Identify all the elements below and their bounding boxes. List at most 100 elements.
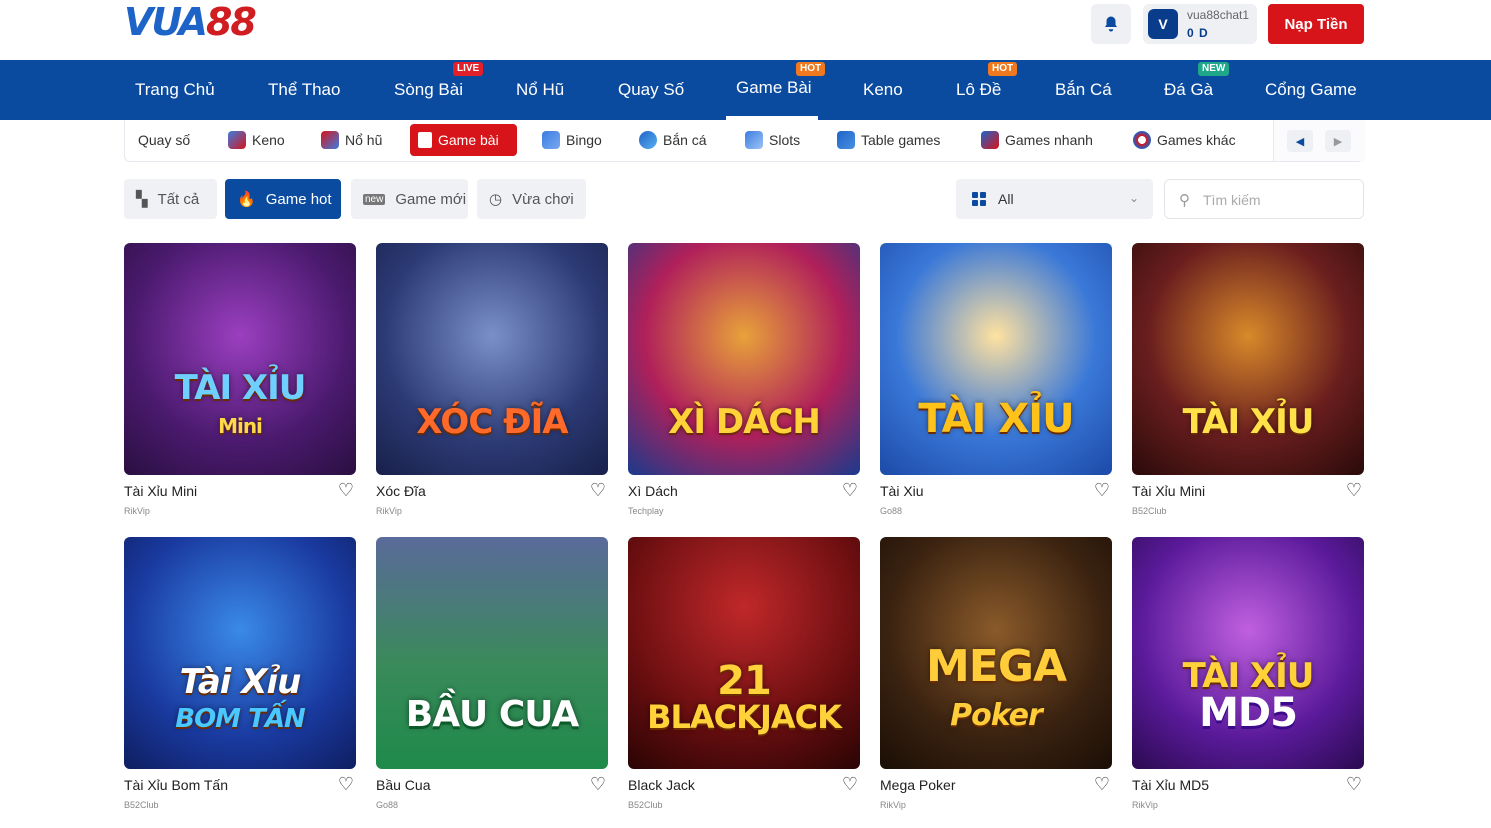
- nav-item-da-ga[interactable]: Đá Gà NEW: [1164, 60, 1230, 120]
- keno-icon: [228, 131, 246, 149]
- balance: 0 D: [1187, 26, 1209, 40]
- subnav-item-slots[interactable]: Slots: [737, 124, 808, 156]
- hot-badge: HOT: [796, 62, 826, 76]
- scroll-left-button[interactable]: ◀: [1287, 130, 1313, 152]
- nav-item-quay-so[interactable]: Quay Số: [618, 60, 684, 120]
- filter-label: Tất cả: [157, 190, 200, 208]
- notification-bell-button[interactable]: [1091, 4, 1131, 44]
- slot-machine-icon: [745, 131, 763, 149]
- favorite-heart-icon[interactable]: ♡: [1092, 480, 1112, 500]
- subnav-item-ban-ca[interactable]: Bắn cá: [631, 124, 715, 156]
- avatar: V: [1148, 9, 1178, 39]
- search-box: ⚲: [1164, 179, 1364, 219]
- game-provider: Techplay: [628, 506, 664, 516]
- favorite-heart-icon[interactable]: ♡: [336, 480, 356, 500]
- game-provider: RikVip: [124, 506, 150, 516]
- subnav-label: Quay số: [138, 132, 191, 148]
- game-provider: RikVip: [1132, 800, 1158, 810]
- favorite-heart-icon[interactable]: ♡: [1344, 480, 1364, 500]
- subnav-label: Keno: [252, 132, 285, 148]
- favorite-heart-icon[interactable]: ♡: [840, 480, 860, 500]
- game-provider: B52Club: [628, 800, 663, 810]
- favorite-heart-icon[interactable]: ♡: [840, 774, 860, 794]
- game-provider: B52Club: [1132, 506, 1167, 516]
- scroll-right-button[interactable]: ▶: [1325, 130, 1351, 152]
- subnav-label: Game bài: [438, 132, 499, 148]
- favorite-heart-icon[interactable]: ♡: [1092, 774, 1112, 794]
- subnav-item-bingo[interactable]: Bingo: [534, 124, 610, 156]
- favorite-heart-icon[interactable]: ♡: [588, 480, 608, 500]
- game-name: Tài Xỉu MD5: [1132, 777, 1210, 793]
- subnav-label: Slots: [769, 132, 801, 148]
- nav-item-no-hu[interactable]: Nổ Hũ: [516, 60, 564, 120]
- nav-item-ban-ca[interactable]: Bắn Cá: [1055, 60, 1112, 120]
- nav-item-game-bai[interactable]: Game Bài HOT: [726, 60, 826, 120]
- bell-icon: [1105, 16, 1117, 32]
- subnav-item-keno[interactable]: Keno: [220, 124, 293, 156]
- subnav-item-games-khac[interactable]: Games khác: [1125, 124, 1244, 156]
- live-badge: LIVE: [453, 62, 484, 76]
- game-thumbnail[interactable]: BẦU CUA: [376, 537, 608, 769]
- subnav-item-game-bai[interactable]: Game bài: [410, 124, 517, 156]
- filter-vua-choi[interactable]: ◷ Vừa chơi: [477, 179, 586, 219]
- jackpot-icon: [321, 131, 339, 149]
- category-select-value: All: [998, 191, 1014, 207]
- search-input[interactable]: [1203, 188, 1353, 212]
- nav-label: Game Bài: [736, 78, 812, 97]
- nav-item-the-thao[interactable]: Thể Thao: [268, 60, 340, 120]
- subnav-item-games-nhanh[interactable]: Games nhanh: [973, 124, 1101, 156]
- game-name: Xóc Đĩa: [376, 483, 426, 499]
- filter-label: Vừa chơi: [512, 190, 574, 208]
- nav-label: Quay Số: [618, 80, 685, 99]
- subnav-label: Games khác: [1157, 132, 1236, 148]
- favorite-heart-icon[interactable]: ♡: [588, 774, 608, 794]
- favorite-heart-icon[interactable]: ♡: [336, 774, 356, 794]
- game-art-title: MEGA Poker: [925, 641, 1067, 733]
- game-thumbnail[interactable]: TÀI XỈU: [1132, 243, 1364, 475]
- game-thumbnail[interactable]: TÀI XỈU: [880, 243, 1112, 475]
- nav-item-cong-game[interactable]: Cổng Game: [1265, 60, 1357, 120]
- nav-label: Cổng Game: [1265, 80, 1357, 99]
- nav-item-trang-chu[interactable]: Trang Chủ: [135, 60, 215, 120]
- nav-label: Keno: [863, 80, 903, 99]
- game-thumbnail[interactable]: 21 BLACKJACK: [628, 537, 860, 769]
- category-select[interactable]: All ⌄: [956, 179, 1153, 219]
- game-provider: Go88: [880, 506, 903, 516]
- game-thumbnail[interactable]: XÓC ĐĨA: [376, 243, 608, 475]
- game-thumbnail[interactable]: Tài Xỉu BOM TẤN: [124, 537, 356, 769]
- site-logo[interactable]: VUA 88: [124, 0, 257, 44]
- game-name: Tài Xiu: [880, 483, 924, 499]
- card-icon: [418, 132, 432, 148]
- game-thumbnail[interactable]: TÀI XỈU Mini: [124, 243, 356, 475]
- game-name: Tài Xỉu Bom Tấn: [124, 777, 229, 793]
- table-icon: [837, 131, 855, 149]
- filter-game-hot[interactable]: 🔥 Game hot: [225, 179, 341, 219]
- filter-all[interactable]: ▚ Tất cả: [124, 179, 217, 219]
- nav-item-song-bai[interactable]: Sòng Bài LIVE: [394, 60, 484, 120]
- filter-game-moi[interactable]: new Game mới: [351, 179, 468, 219]
- game-art-title: XÓC ĐĨA: [416, 402, 568, 442]
- game-thumbnail[interactable]: MEGA Poker: [880, 537, 1112, 769]
- nav-item-lo-de[interactable]: Lô Đề HOT: [956, 60, 1018, 120]
- nav-label: Trang Chủ: [135, 80, 215, 99]
- new-tag-icon: new: [363, 193, 386, 205]
- game-art-title: Tài Xỉu BOM TẤN: [175, 662, 305, 734]
- game-thumbnail[interactable]: TÀI XỈU MD5: [1132, 537, 1364, 769]
- subnav-item-table-games[interactable]: Table games: [829, 124, 948, 156]
- game-name: Tài Xỉu Mini: [1132, 483, 1206, 499]
- game-art-title: XÌ DÁCH: [668, 402, 821, 442]
- username: vua88chat1: [1187, 8, 1250, 22]
- game-thumbnail[interactable]: XÌ DÁCH: [628, 243, 860, 475]
- nav-label: Lô Đề: [956, 80, 1002, 99]
- user-account-widget[interactable]: V vua88chat1 0 D: [1143, 4, 1257, 44]
- main-nav: Trang Chủ Thể Thao Sòng Bài LIVE Nổ Hũ Qu…: [0, 60, 1491, 120]
- game-name: Black Jack: [628, 777, 695, 793]
- nav-label: Đá Gà: [1164, 80, 1214, 99]
- subnav-label: Table games: [861, 132, 941, 148]
- favorite-heart-icon[interactable]: ♡: [1344, 774, 1364, 794]
- subnav-item-no-hu[interactable]: Nổ hũ: [313, 124, 390, 156]
- subnav-item-quay-so[interactable]: Quay số: [130, 124, 198, 156]
- nav-item-keno[interactable]: Keno: [863, 60, 903, 120]
- game-provider: Go88: [376, 800, 399, 810]
- deposit-button[interactable]: Nạp Tiền: [1268, 4, 1364, 44]
